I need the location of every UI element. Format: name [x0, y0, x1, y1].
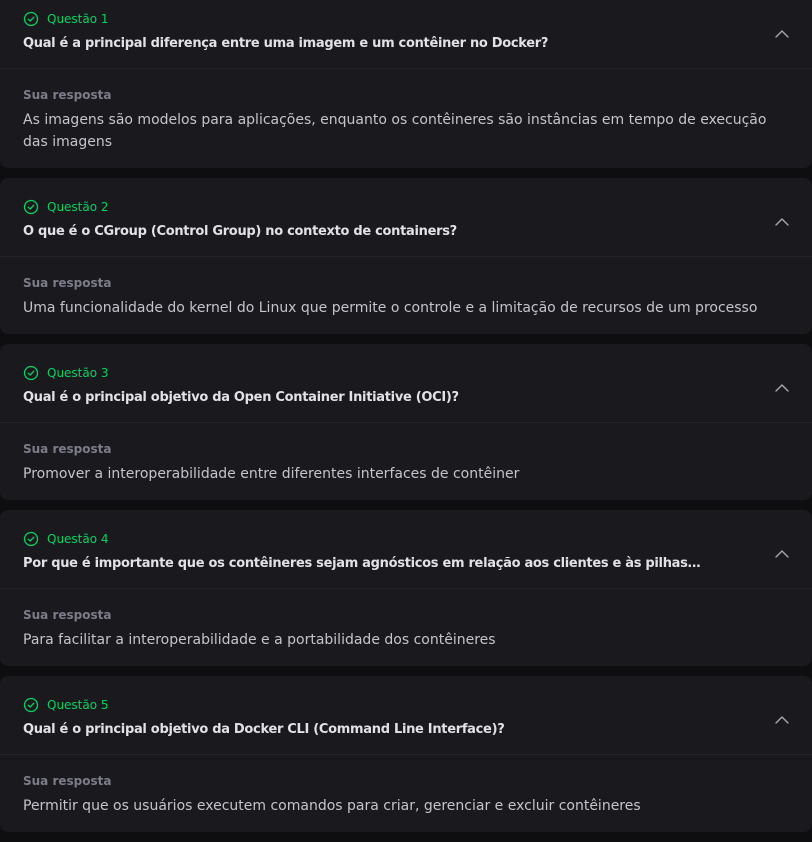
answer-text: Uma funcionalidade do kernel do Linux qu… — [23, 300, 758, 316]
chevron-up-icon[interactable] — [774, 380, 790, 396]
check-circle-icon — [23, 697, 39, 713]
check-circle-icon — [23, 11, 39, 27]
answer-text: As imagens são modelos para aplicações, … — [23, 112, 767, 150]
check-circle-icon — [23, 199, 39, 215]
answer-label: Sua resposta — [23, 774, 112, 788]
question-header[interactable]: Questão 5 Qual é o principal objetivo da… — [0, 676, 812, 755]
question-card[interactable]: Questão 4 Por que é importante que os co… — [0, 510, 812, 666]
chevron-up-icon[interactable] — [774, 214, 790, 230]
question-title: Qual é o principal objetivo da Docker CL… — [23, 722, 505, 737]
question-title: Por que é importante que os contêineres … — [23, 556, 703, 571]
question-list: Questão 1 Qual é a principal diferença e… — [0, 0, 812, 842]
question-card[interactable]: Questão 2 O que é o CGroup (Control Grou… — [0, 178, 812, 334]
answer-text: Promover a interoperabilidade entre dife… — [23, 466, 520, 482]
answer-label: Sua resposta — [23, 608, 112, 622]
chevron-up-icon[interactable] — [774, 546, 790, 562]
answer-label: Sua resposta — [23, 442, 112, 456]
question-label: Questão 4 — [23, 530, 109, 548]
question-card[interactable]: Questão 3 Qual é o principal objetivo da… — [0, 344, 812, 500]
check-circle-icon — [23, 365, 39, 381]
question-title: Qual é o principal objetivo da Open Cont… — [23, 390, 459, 405]
question-header[interactable]: Questão 2 O que é o CGroup (Control Grou… — [0, 178, 812, 257]
question-card[interactable]: Questão 5 Qual é o principal objetivo da… — [0, 676, 812, 832]
question-number: Questão 3 — [47, 366, 109, 380]
answer-text: Para facilitar a interoperabilidade e a … — [23, 632, 496, 648]
question-title: O que é o CGroup (Control Group) no cont… — [23, 224, 457, 239]
chevron-up-icon[interactable] — [774, 712, 790, 728]
answer-text: Permitir que os usuários executem comand… — [23, 798, 641, 814]
chevron-up-icon[interactable] — [774, 26, 790, 42]
question-number: Questão 4 — [47, 532, 109, 546]
question-number: Questão 5 — [47, 698, 109, 712]
question-label: Questão 1 — [23, 10, 109, 28]
question-label: Questão 5 — [23, 696, 109, 714]
check-circle-icon — [23, 531, 39, 547]
question-label: Questão 2 — [23, 198, 109, 216]
question-header[interactable]: Questão 4 Por que é importante que os co… — [0, 510, 812, 589]
question-header[interactable]: Questão 3 Qual é o principal objetivo da… — [0, 344, 812, 423]
question-card[interactable]: Questão 1 Qual é a principal diferença e… — [0, 0, 812, 168]
answer-label: Sua resposta — [23, 276, 112, 290]
answer-label: Sua resposta — [23, 88, 112, 102]
question-number: Questão 2 — [47, 200, 109, 214]
question-header[interactable]: Questão 1 Qual é a principal diferença e… — [0, 0, 812, 69]
question-number: Questão 1 — [47, 12, 109, 26]
question-title: Qual é a principal diferença entre uma i… — [23, 36, 549, 51]
question-label: Questão 3 — [23, 364, 109, 382]
